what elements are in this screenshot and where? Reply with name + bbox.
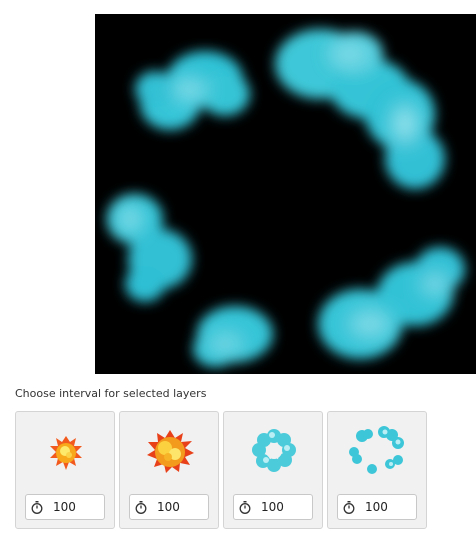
frame-card-4[interactable] xyxy=(327,411,427,529)
explosion-small-icon xyxy=(36,426,96,478)
stopwatch-icon xyxy=(343,501,355,514)
interval-field-1[interactable] xyxy=(25,494,105,520)
stopwatch-icon xyxy=(135,501,147,514)
stopwatch-icon xyxy=(239,501,251,514)
interval-input-1[interactable] xyxy=(48,498,105,516)
interval-caption: Choose interval for selected layers xyxy=(15,387,207,400)
explosion-large-icon xyxy=(140,426,200,478)
frame-interval-panel: Choose interval for selected layers xyxy=(0,0,476,542)
smoke-ring-large-icon xyxy=(348,426,408,478)
frame-card-1[interactable] xyxy=(15,411,115,529)
interval-field-4[interactable] xyxy=(337,494,417,520)
frame-card-2[interactable] xyxy=(119,411,219,529)
smoke-ring-small-icon xyxy=(244,426,304,478)
interval-input-3[interactable] xyxy=(256,498,313,516)
interval-input-2[interactable] xyxy=(152,498,209,516)
frame-card-3[interactable] xyxy=(223,411,323,529)
smoke-ring-preview-image xyxy=(107,29,465,367)
interval-field-3[interactable] xyxy=(233,494,313,520)
interval-input-4[interactable] xyxy=(360,498,417,516)
interval-field-2[interactable] xyxy=(129,494,209,520)
stopwatch-icon xyxy=(31,501,43,514)
animation-preview xyxy=(95,14,476,374)
